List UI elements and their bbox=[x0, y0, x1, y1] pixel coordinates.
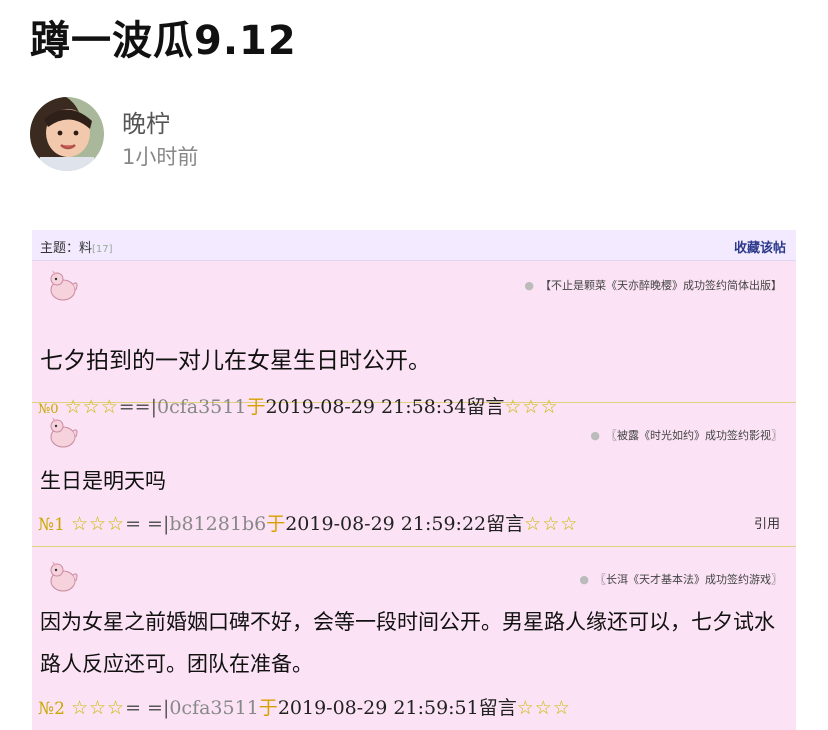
yu-label: 于 bbox=[258, 697, 278, 719]
separator: = =| bbox=[125, 697, 170, 719]
post-signature: ● 〖被露《时光如约》成功签约影视〗 bbox=[590, 429, 782, 442]
star-rating: ☆☆☆ bbox=[70, 697, 126, 719]
article-title: 蹲一波瓜9.12 bbox=[30, 18, 297, 64]
post-meta: №2 ☆☆☆= =|0cfa3511于2019-08-29 21:59:51留言… bbox=[38, 693, 571, 720]
forum-post: ● 〖长洱《天才基本法》成功签约游戏〗 因为女星之前婚姻口碑不好，会等一段时间公开… bbox=[32, 547, 796, 730]
separator: = =| bbox=[125, 513, 170, 535]
liuyan-label: 留言 bbox=[478, 697, 517, 719]
forum-post: ● 【不止是颗菜《天亦醉晚樱》成功签约简体出版】 七夕拍到的一对儿在女星生日时公开… bbox=[32, 260, 796, 418]
post-datetime: 2019-08-29 21:59:22 bbox=[285, 513, 487, 535]
liuyan-label: 留言 bbox=[486, 513, 525, 535]
yu-label: 于 bbox=[266, 513, 286, 535]
thread-header: 主题：料[17] 收藏该帖 bbox=[32, 230, 796, 261]
post-content: 七夕拍到的一对儿在女星生日时公开。 bbox=[40, 348, 431, 374]
pet-avatar-icon bbox=[46, 270, 80, 302]
author-avatar[interactable] bbox=[30, 97, 104, 171]
post-content: 因为女星之前婚姻口碑不好，会等一段时间公开。男星路人缘还可以，七夕试水路人反应还… bbox=[40, 610, 775, 676]
post-number: №2 bbox=[38, 699, 65, 719]
favorite-link[interactable]: 收藏该帖 bbox=[734, 237, 786, 256]
author-name[interactable]: 晚柠 bbox=[122, 104, 170, 139]
pet-avatar-icon bbox=[46, 417, 80, 449]
post-time: 1小时前 bbox=[122, 145, 199, 169]
topic-label: 主题：料 bbox=[40, 241, 93, 256]
post-content: 生日是明天吗 bbox=[40, 469, 166, 493]
user-id: b81281b6 bbox=[169, 513, 267, 535]
pet-avatar-icon bbox=[46, 561, 80, 593]
topic-count: [17] bbox=[92, 244, 113, 255]
star-rating-right: ☆☆☆ bbox=[524, 513, 579, 535]
post-signature: ● 〖长洱《天才基本法》成功签约游戏〗 bbox=[579, 573, 782, 586]
post-meta: №1 ☆☆☆= =|b81281b6于2019-08-29 21:59:22留言… bbox=[38, 509, 578, 536]
post-signature: ● 【不止是颗菜《天亦醉晚樱》成功签约简体出版】 bbox=[524, 279, 782, 292]
star-rating: ☆☆☆ bbox=[70, 513, 126, 535]
user-id: 0cfa3511 bbox=[169, 697, 259, 719]
thread-topic: 主题：料[17] bbox=[40, 237, 113, 256]
forum-thread: 主题：料[17] 收藏该帖 ● 【不止是颗菜《天亦醉晚樱》成功签约简体出版】 七夕… bbox=[32, 230, 796, 730]
quote-link[interactable]: 引用 bbox=[754, 513, 780, 532]
star-rating-right: ☆☆☆ bbox=[516, 697, 571, 719]
forum-post: ● 〖被露《时光如约》成功签约影视〗 生日是明天吗 №1 ☆☆☆= =|b8128… bbox=[32, 403, 796, 547]
post-datetime: 2019-08-29 21:59:51 bbox=[277, 697, 479, 719]
post-number: №1 bbox=[38, 515, 65, 535]
